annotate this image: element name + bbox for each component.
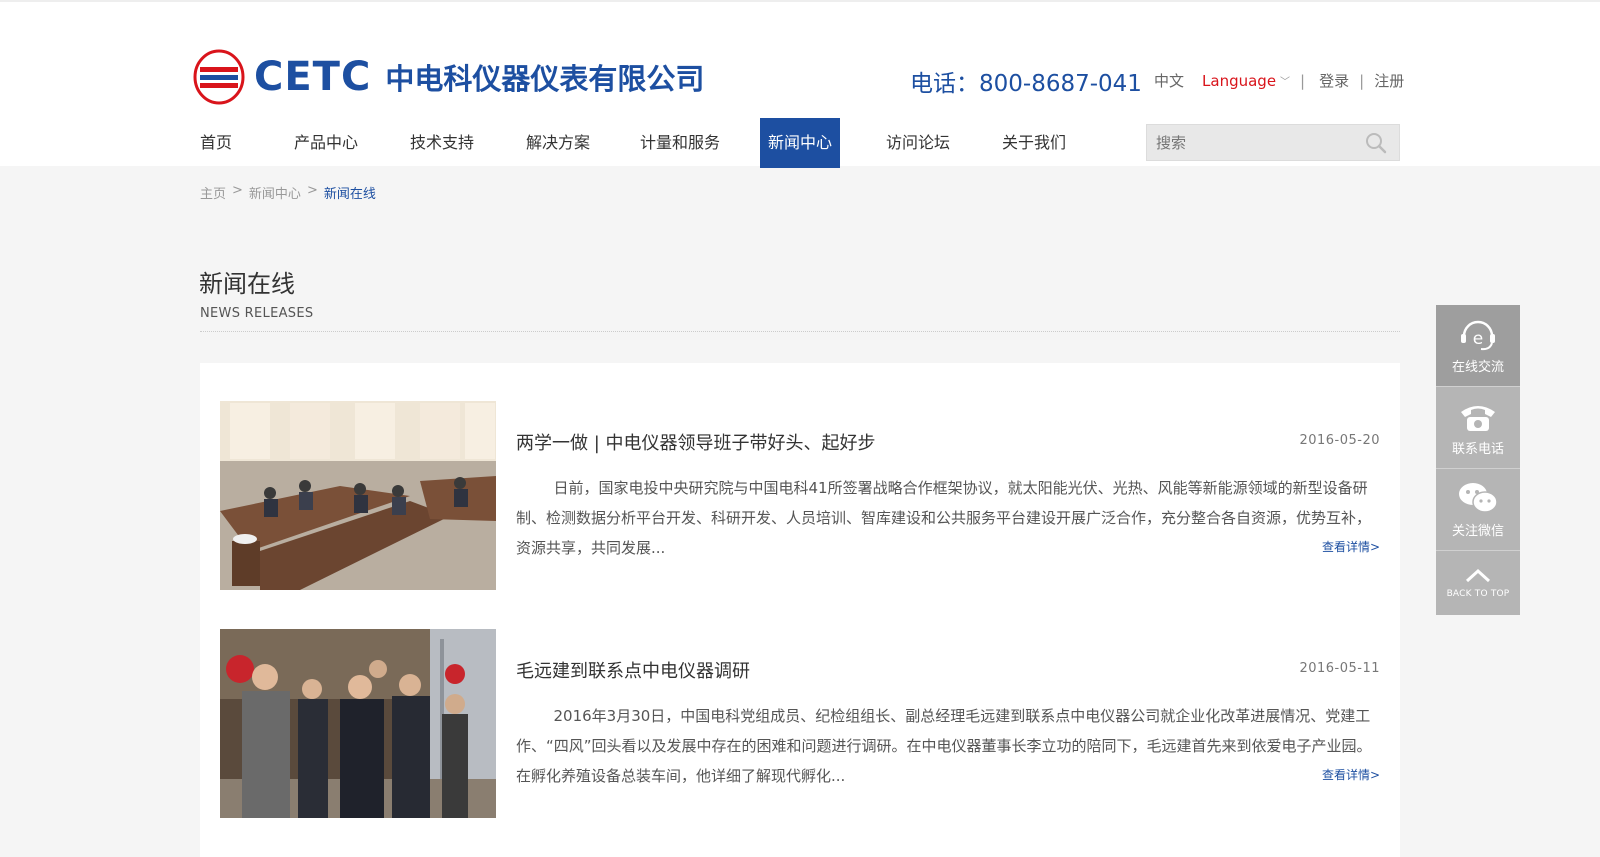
search-box [1146,124,1400,161]
wechat-icon [1459,483,1498,513]
news-thumbnail[interactable] [220,401,496,590]
read-more-link[interactable]: 查看详情> [1322,538,1380,555]
main-nav: 首页 产品中心 技术支持 解决方案 计量和服务 新闻中心 访问论坛 关于我们 [192,118,1066,168]
news-list: 两学一做 | 中电仪器领导班子带好头、起好步 2016-05-20 日前，国家电… [200,363,1400,857]
page-subtitle: NEWS RELEASES [200,306,314,321]
floating-sidebar: e 在线交流 联系电话 关注微信 BACK TO TOP [1436,305,1520,615]
site-header: CETC 中电科仪器仪表有限公司 电话：800-8687-041 中文 Lang… [0,0,1600,168]
nav-support[interactable]: 技术支持 [408,118,476,168]
visit-photo [220,629,496,818]
nav-forum[interactable]: 访问论坛 [884,118,952,168]
nav-products[interactable]: 产品中心 [292,118,360,168]
news-date: 2016-05-20 [1299,433,1380,448]
news-summary: 2016年3月30日，中国电科党组成员、纪检组组长、副总经理毛远建到联系点中电仪… [516,707,1372,785]
lang-chinese-link[interactable]: 中文 [1154,70,1184,91]
breadcrumb-separator: > [232,183,243,198]
divider [200,331,1400,332]
news-thumbnail[interactable] [220,629,496,818]
language-label: Language [1202,71,1277,90]
search-icon[interactable] [1365,132,1387,154]
online-chat-label: 在线交流 [1451,360,1504,375]
page-title: 新闻在线 [199,270,295,298]
breadcrumb-current: 新闻在线 [323,187,376,202]
telephone-icon [1461,406,1495,431]
breadcrumb: 主页 > 新闻中心 > 新闻在线 [200,183,376,202]
register-link[interactable]: 注册 [1374,70,1404,91]
nav-metrology[interactable]: 计量和服务 [638,118,722,168]
wechat-button[interactable]: 关注微信 [1436,469,1520,551]
online-chat-button[interactable]: e 在线交流 [1436,305,1520,387]
nav-news[interactable]: 新闻中心 [760,118,840,168]
breadcrumb-separator: > [306,183,318,198]
nav-home[interactable]: 首页 [192,118,240,168]
news-title[interactable]: 毛远建到联系点中电仪器调研 [516,657,750,683]
list-item: 毛远建到联系点中电仪器调研 2016-05-11 2016年3月30日，中国电科… [220,629,1380,818]
search-input[interactable] [1147,125,1347,160]
language-dropdown[interactable]: Language ﹀ [1202,72,1290,90]
login-link[interactable]: 登录 [1319,70,1349,91]
back-to-top-button[interactable]: BACK TO TOP [1436,551,1520,615]
read-more-link[interactable]: 查看详情> [1322,766,1380,783]
breadcrumb-news-center[interactable]: 新闻中心 [249,183,301,202]
list-item: 两学一做 | 中电仪器领导班子带好头、起好步 2016-05-20 日前，国家电… [220,401,1380,590]
news-summary: 日前，国家电投中央研究院与中国电科41所签署战略合作框架协议，就太阳能光伏、光热… [516,479,1372,557]
meeting-photo [220,401,496,590]
nav-solutions[interactable]: 解决方案 [524,118,592,168]
svg-text:e: e [1473,329,1483,349]
breadcrumb-home[interactable]: 主页 [200,183,226,202]
divider: | [1300,71,1306,90]
contact-phone-button[interactable]: 联系电话 [1436,387,1520,469]
back-to-top-label: BACK TO TOP [1446,589,1510,599]
chevron-down-icon: ﹀ [1280,77,1291,88]
news-title[interactable]: 两学一做 | 中电仪器领导班子带好头、起好步 [516,429,876,455]
nav-about[interactable]: 关于我们 [1000,118,1068,168]
news-date: 2016-05-11 [1299,661,1380,676]
company-name: 中电科仪器仪表有限公司 [385,62,705,96]
top-links: 中文 Language ﹀ | 登录 | 注册 [1154,70,1404,91]
contact-phone-label: 联系电话 [1451,442,1504,457]
company-logo[interactable]: CETC 中电科仪器仪表有限公司 [192,48,704,106]
cetc-logo-icon [193,49,245,105]
logo-text: CETC [254,54,372,100]
hotline-phone: 电话：800-8687-041 [910,71,1142,97]
headset-chat-icon: e [1461,320,1495,351]
wechat-label: 关注微信 [1451,524,1504,539]
chevron-up-icon [1465,568,1491,583]
divider: | [1359,71,1365,90]
